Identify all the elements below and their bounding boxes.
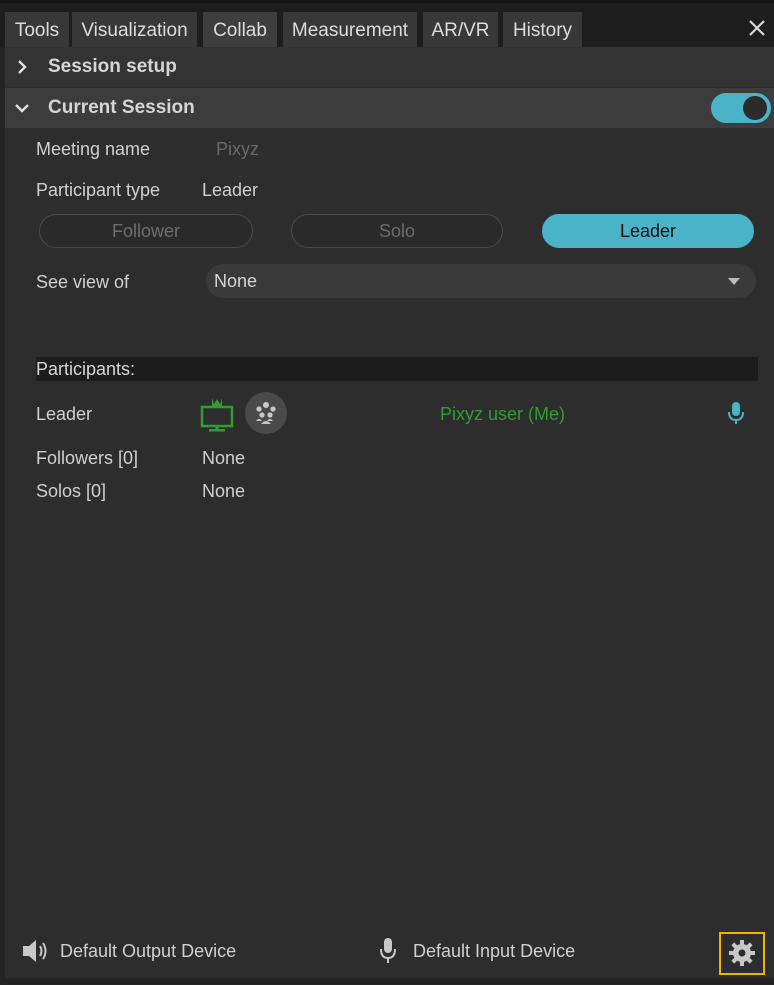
meeting-name-value: Pixyz <box>216 139 260 159</box>
tab-collab[interactable]: Collab <box>203 12 277 50</box>
leader-user-name: Pixyz user (Me) <box>440 404 566 424</box>
input-device-label[interactable]: Default Input Device <box>413 941 575 962</box>
session-toggle[interactable] <box>711 93 771 123</box>
collab-panel: Tools Visualization Collab Measurement A… <box>0 0 774 985</box>
chevron-right-icon <box>18 60 27 74</box>
gear-icon <box>729 940 755 966</box>
meeting-name-label: Meeting name <box>36 139 151 159</box>
chevron-down-icon <box>15 104 29 113</box>
tab-history[interactable]: History <box>503 12 582 50</box>
follower-button[interactable]: Follower <box>39 214 253 248</box>
tab-bar: Tools Visualization Collab Measurement A… <box>0 0 774 50</box>
speaker-icon[interactable] <box>21 937 51 965</box>
group-view-button[interactable] <box>245 392 287 434</box>
followers-value: None <box>202 448 246 468</box>
current-session-header[interactable]: Current Session <box>5 88 774 128</box>
participants-header: Participants: <box>36 357 758 381</box>
tab-tools[interactable]: Tools <box>5 12 69 50</box>
solos-value: None <box>202 481 246 501</box>
tab-visualization[interactable]: Visualization <box>72 12 197 50</box>
current-session-title: Current Session <box>48 97 195 118</box>
microphone-icon[interactable] <box>727 401 745 425</box>
solos-label: Solos [0] <box>36 481 107 501</box>
leader-label: Leader <box>36 404 93 424</box>
panel-left-edge <box>0 47 5 985</box>
toggle-knob <box>743 96 767 120</box>
leader-screen-icon <box>200 398 234 432</box>
participants-title: Participants: <box>36 359 136 379</box>
group-icon <box>256 402 276 424</box>
participant-type-value: Leader <box>202 180 259 200</box>
chevron-down-icon <box>728 278 740 285</box>
session-setup-title: Session setup <box>48 56 177 77</box>
participant-type-label: Participant type <box>36 180 161 200</box>
output-device-label[interactable]: Default Output Device <box>60 941 236 962</box>
solo-button[interactable]: Solo <box>291 214 503 248</box>
panel-bottom-edge <box>0 978 774 985</box>
tab-ar-vr[interactable]: AR/VR <box>423 12 498 50</box>
leader-button[interactable]: Leader <box>542 214 754 248</box>
see-view-of-value: None <box>214 271 258 291</box>
session-setup-header[interactable]: Session setup <box>5 47 774 87</box>
see-view-of-dropdown[interactable]: None <box>206 264 756 298</box>
settings-button[interactable] <box>719 932 765 975</box>
tab-measurement[interactable]: Measurement <box>283 12 417 50</box>
close-icon[interactable] <box>746 17 768 39</box>
followers-label: Followers [0] <box>36 448 139 468</box>
see-view-of-label: See view of <box>36 272 130 292</box>
microphone-icon[interactable] <box>378 937 398 965</box>
